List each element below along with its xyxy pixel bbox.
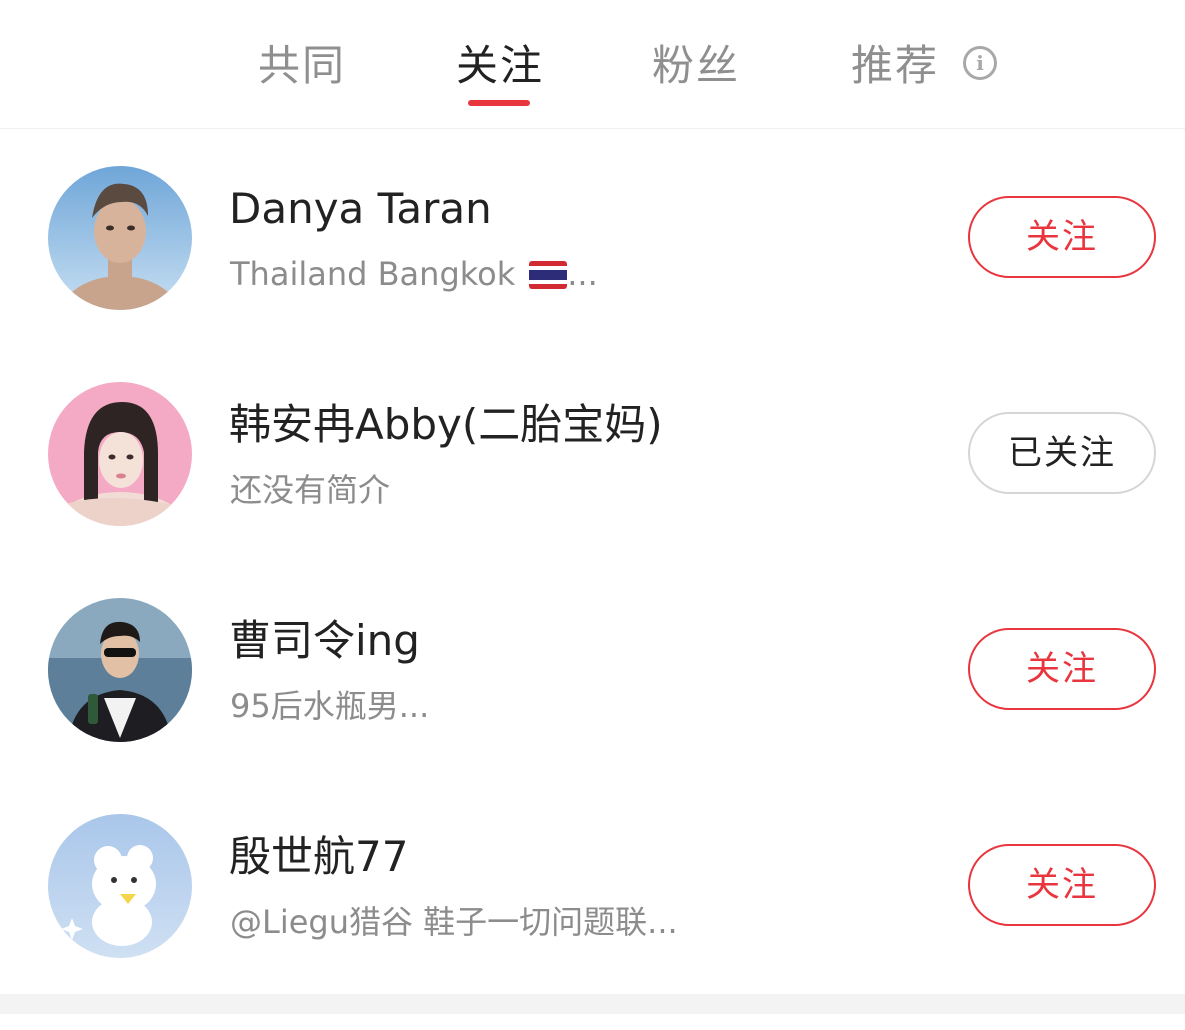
active-tab-indicator (468, 100, 531, 106)
bio-text: Thailand Bangkok (230, 255, 516, 293)
avatar[interactable] (48, 598, 192, 742)
tab-label: 共同 (258, 41, 347, 90)
user-name[interactable]: Danya Taran (229, 182, 492, 236)
follow-button[interactable]: 关注 (968, 196, 1156, 278)
tab-recommended[interactable]: 推荐 (851, 38, 939, 94)
tab-common[interactable]: 共同 (258, 38, 346, 94)
user-name[interactable]: 曹司令ing (229, 614, 420, 668)
thailand-flag-icon (529, 261, 568, 289)
user-bio: @Liegu猎谷 鞋子一切问题联... (230, 903, 678, 941)
bottom-edge (0, 994, 1185, 1014)
user-bio: Thailand Bangkok... (230, 252, 598, 296)
user-bio: 还没有简介 (230, 471, 391, 509)
avatar[interactable] (48, 382, 192, 526)
tab-following[interactable]: 关注 (456, 38, 545, 106)
follow-button[interactable]: 关注 (968, 844, 1156, 926)
following-button[interactable]: 已关注 (968, 412, 1156, 494)
list-item[interactable]: 曹司令ing 95后水瓶男... 关注 (0, 598, 1185, 814)
tab-fans[interactable]: 粉丝 (652, 38, 740, 94)
tab-label: 推荐 (851, 41, 940, 90)
follow-button[interactable]: 关注 (968, 628, 1156, 710)
avatar[interactable] (48, 814, 192, 958)
list-item[interactable]: 韩安冉Abby(二胎宝妈) 还没有简介 已关注 (0, 382, 1185, 598)
tab-bar: 共同 关注 粉丝 推荐 i (0, 0, 1185, 129)
list-item[interactable]: Danya Taran Thailand Bangkok... 关注 (0, 166, 1185, 382)
tab-label: 关注 (456, 41, 545, 90)
bio-ellipsis: ... (567, 255, 598, 293)
user-bio: 95后水瓶男... (230, 687, 430, 725)
user-name[interactable]: 韩安冉Abby(二胎宝妈) (229, 398, 663, 452)
tab-label: 粉丝 (652, 41, 741, 90)
avatar[interactable] (48, 166, 192, 310)
info-icon[interactable]: i (963, 46, 997, 80)
user-name[interactable]: 殷世航77 (229, 830, 408, 884)
